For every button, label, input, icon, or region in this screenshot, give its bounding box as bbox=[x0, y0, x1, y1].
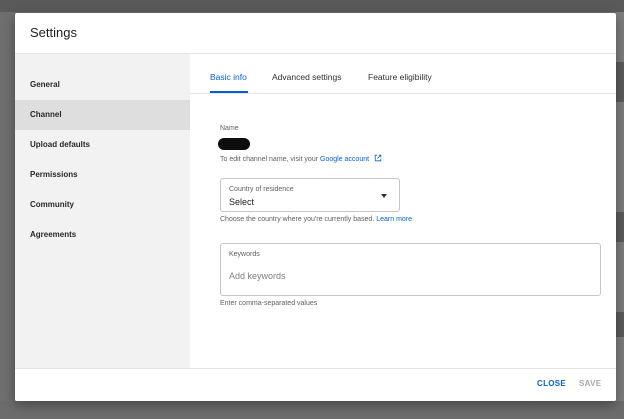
open-in-new-icon[interactable] bbox=[374, 154, 382, 164]
learn-more-link[interactable]: Learn more bbox=[376, 216, 412, 223]
country-hint-text: Choose the country where you're currentl… bbox=[220, 216, 375, 223]
country-select[interactable]: Country of residence Select bbox=[220, 178, 400, 212]
sidebar-item-community[interactable]: Community bbox=[15, 190, 190, 220]
edit-name-hint-text: To edit channel name, visit your bbox=[220, 155, 319, 163]
background-page-edge bbox=[616, 12, 624, 412]
tab-advanced-settings[interactable]: Advanced settings bbox=[272, 54, 341, 93]
dialog-footer: CLOSE SAVE bbox=[15, 368, 616, 401]
keywords-label: Keywords bbox=[229, 251, 260, 258]
keywords-hint: Enter comma-separated values bbox=[220, 300, 318, 307]
keywords-input[interactable] bbox=[229, 268, 589, 284]
sidebar-item-general[interactable]: General bbox=[15, 70, 190, 100]
country-label: Country of residence bbox=[229, 186, 294, 193]
settings-sidebar: General Channel Upload defaults Permissi… bbox=[15, 54, 190, 368]
dialog-header: Settings bbox=[15, 13, 616, 54]
dialog-title: Settings bbox=[30, 25, 77, 40]
sidebar-item-permissions[interactable]: Permissions bbox=[15, 160, 190, 190]
name-label: Name bbox=[220, 125, 239, 132]
channel-content: Basic info Advanced settings Feature eli… bbox=[190, 54, 616, 368]
close-button[interactable]: CLOSE bbox=[537, 379, 566, 388]
tab-basic-info[interactable]: Basic info bbox=[210, 54, 247, 93]
background-footer bbox=[0, 401, 624, 419]
active-tab-indicator bbox=[210, 91, 248, 93]
country-hint: Choose the country where you're currentl… bbox=[220, 216, 412, 223]
sidebar-item-agreements[interactable]: Agreements bbox=[15, 220, 190, 250]
save-button[interactable]: SAVE bbox=[579, 379, 601, 388]
channel-tabs: Basic info Advanced settings Feature eli… bbox=[190, 54, 616, 94]
edit-name-hint: To edit channel name, visit your Google … bbox=[220, 154, 382, 164]
keywords-field[interactable]: Keywords bbox=[220, 243, 601, 296]
background-header bbox=[0, 0, 624, 12]
sidebar-item-channel[interactable]: Channel bbox=[15, 100, 190, 130]
google-account-link[interactable]: Google account bbox=[320, 156, 369, 163]
arrow-drop-down-icon bbox=[381, 194, 387, 198]
sidebar-item-upload-defaults[interactable]: Upload defaults bbox=[15, 130, 190, 160]
settings-dialog: Settings General Channel Upload defaults… bbox=[15, 13, 616, 401]
tab-feature-eligibility[interactable]: Feature eligibility bbox=[368, 54, 432, 93]
country-value: Select bbox=[229, 197, 255, 207]
redacted-channel-name bbox=[218, 138, 250, 150]
